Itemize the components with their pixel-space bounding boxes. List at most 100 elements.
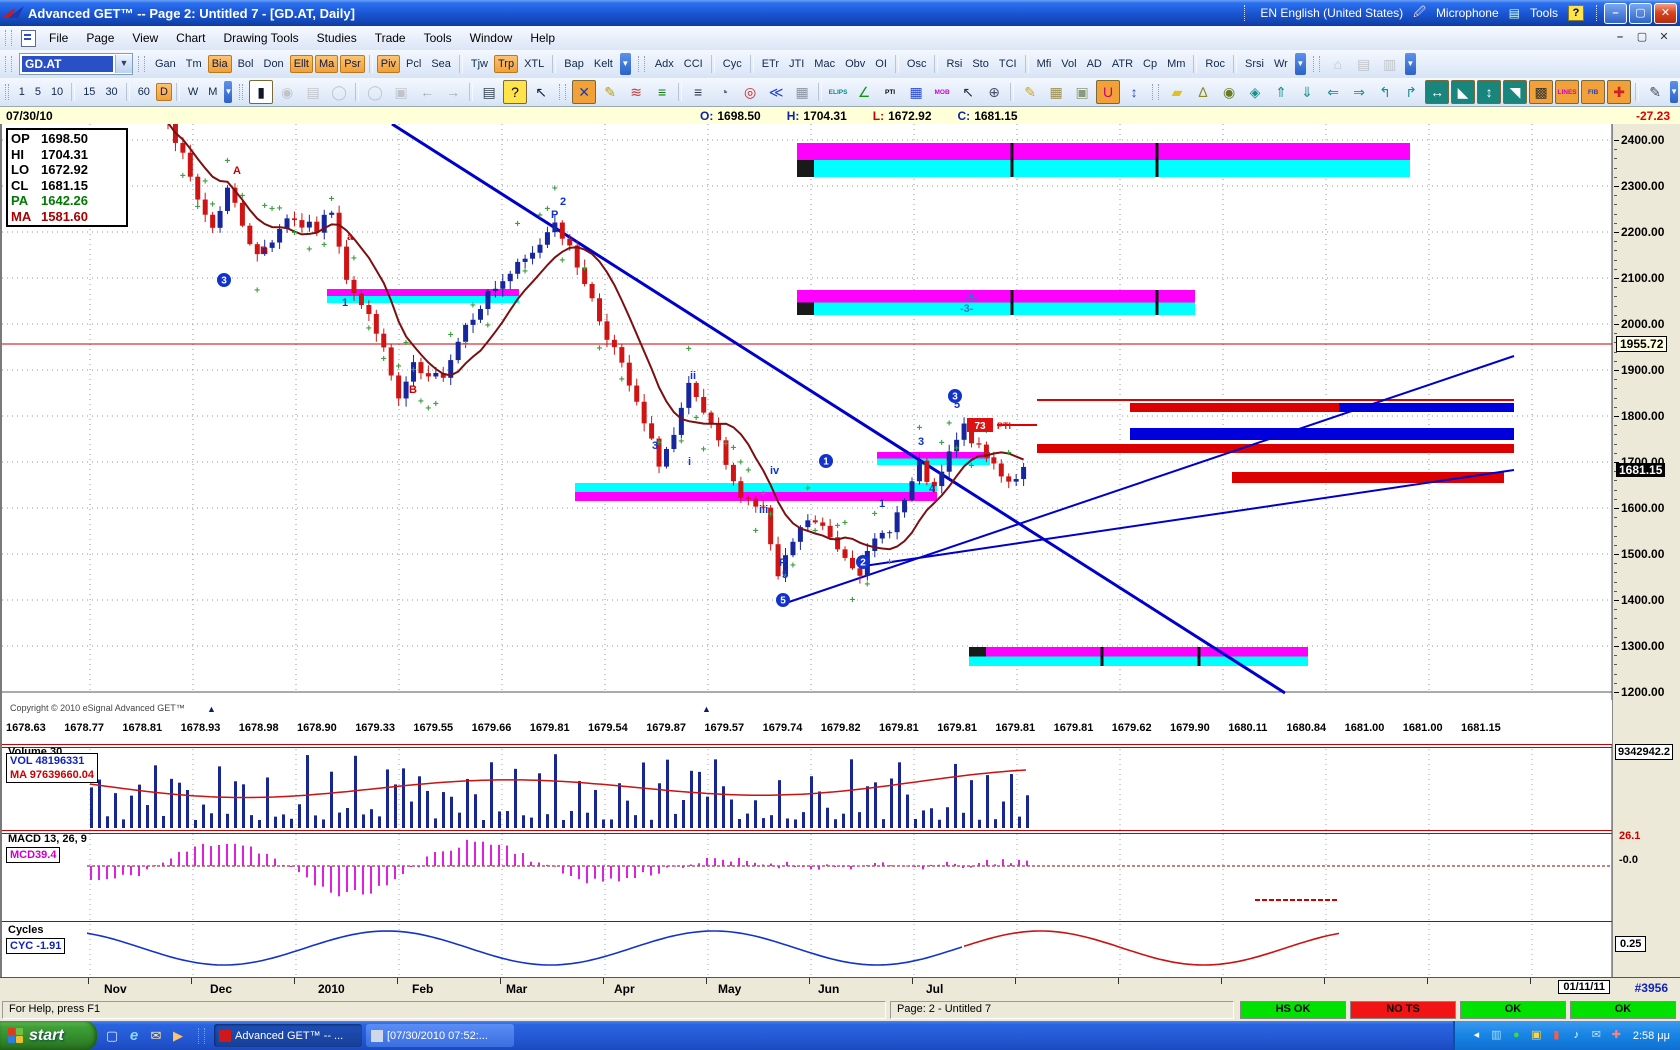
toolbar-grip5[interactable] (5, 84, 9, 100)
retracement-icon[interactable]: ≡ (686, 80, 710, 104)
toolbar-grip[interactable] (5, 56, 12, 72)
indicator-button-wr[interactable]: Wr (1270, 55, 1292, 73)
indicator-button-tci[interactable]: TCI (995, 55, 1021, 73)
indicator-button-etr[interactable]: ETr (758, 55, 783, 73)
study-button-tm[interactable]: Tm (182, 55, 206, 73)
chart-style-icon[interactable]: ▮ (249, 80, 273, 104)
balloon-icon[interactable]: ◯ (363, 80, 387, 104)
notes-icon[interactable]: ✎ (1643, 80, 1667, 104)
time-cycle-icon[interactable]: ◔ (712, 80, 736, 104)
pointer-icon[interactable]: ↖ (956, 80, 980, 104)
study-button-sea[interactable]: Sea (427, 55, 455, 73)
indicator-button-atr[interactable]: ATR (1108, 55, 1137, 73)
indicator-button-adx[interactable]: Adx (651, 55, 678, 73)
study-button-tjw[interactable]: Tjw (467, 55, 492, 73)
compress-vertical-icon[interactable]: ↕ (1477, 80, 1501, 104)
study-button-bap[interactable]: Bap (560, 55, 588, 73)
timeframe-button-w[interactable]: W (184, 83, 202, 101)
home-icon[interactable]: ⌂ (1326, 52, 1350, 76)
menu-item-trade[interactable]: Trade (366, 28, 415, 48)
chevron-down-icon[interactable]: ▼ (115, 55, 132, 73)
menu-item-view[interactable]: View (123, 28, 167, 48)
timeframe-button-30[interactable]: 30 (101, 83, 121, 101)
pencil-yellow-icon[interactable]: ✎ (1018, 80, 1042, 104)
mdi-close-button[interactable]: ✕ (1656, 31, 1672, 45)
scroll-up-icon[interactable]: ⇑ (1269, 80, 1293, 104)
fib-toggle-icon[interactable]: FIB (1581, 80, 1605, 104)
mdi-minimize-button[interactable]: – (1612, 31, 1628, 45)
nav-back-icon[interactable]: ← (415, 80, 439, 104)
symbol-value[interactable]: GD.AT (22, 56, 113, 72)
toolbar-grip6[interactable] (239, 84, 243, 100)
indicator-button-jti[interactable]: JTI (785, 55, 808, 73)
menu-item-window[interactable]: Window (461, 28, 522, 48)
language-indicator[interactable]: EN English (United States) (1260, 6, 1403, 20)
shift-up-icon[interactable]: ↰ (1373, 80, 1397, 104)
chart-window-icon[interactable]: ▥ (1378, 52, 1402, 76)
language-bar-grip[interactable] (1244, 5, 1248, 21)
context-help-icon[interactable]: ↖ (529, 80, 553, 104)
menu-item-tools[interactable]: Tools (415, 28, 461, 48)
minimize-button[interactable]: – (1604, 3, 1627, 24)
study-button-bia[interactable]: Bia (208, 55, 232, 73)
zoom-in-icon[interactable]: ⊕ (982, 80, 1006, 104)
indicator-button-cp[interactable]: Cp (1139, 55, 1161, 73)
timeframe-overflow-button[interactable]: ▼ (224, 81, 232, 103)
scroll-down-icon[interactable]: ⇓ (1295, 80, 1319, 104)
nav-forward-icon[interactable]: → (441, 80, 465, 104)
mob-tool-icon[interactable]: MOB (930, 80, 954, 104)
menu-item-studies[interactable]: Studies (308, 28, 366, 48)
studies-overflow-button[interactable]: ▼ (620, 53, 631, 75)
messenger-icon[interactable]: ✉ (1589, 1028, 1604, 1043)
chart-document-icon[interactable] (21, 30, 36, 47)
copy-page-icon[interactable]: ▣ (1070, 80, 1094, 104)
menu-item-drawing-tools[interactable]: Drawing Tools (215, 28, 308, 48)
pencil-icon[interactable]: ✎ (598, 80, 622, 104)
chart-canvas[interactable]: ++++++++++++++++++++++++++++++++++++++++… (2, 124, 1614, 700)
update-shield-icon[interactable]: ▣ (1529, 1028, 1544, 1043)
indicator-button-srsi[interactable]: Srsi (1241, 55, 1268, 73)
show-desktop-icon[interactable]: ▢ (103, 1027, 121, 1045)
undo-tool-icon[interactable]: U (1096, 80, 1120, 104)
indicator-button-roc[interactable]: Roc (1201, 55, 1229, 73)
antivirus-icon[interactable]: ● (1509, 1028, 1524, 1043)
study-button-gan[interactable]: Gan (151, 55, 180, 73)
timeframe-button-60[interactable]: 60 (134, 83, 154, 101)
language-help-button[interactable]: ? (1568, 5, 1584, 21)
study-button-bol[interactable]: Bol (234, 55, 258, 73)
close-button[interactable]: ✕ (1654, 3, 1677, 24)
study-button-psr[interactable]: Psr (340, 55, 365, 73)
compress-horizontal-icon[interactable]: ↔ (1425, 80, 1449, 104)
timeframe-button-15[interactable]: 15 (79, 83, 99, 101)
corner-view-icon[interactable]: ◥ (1503, 80, 1527, 104)
grid-gray-icon[interactable]: ▦ (790, 80, 814, 104)
print-icon[interactable]: ▤ (477, 80, 501, 104)
toolbar-grip[interactable] (559, 84, 566, 100)
gann-fan-icon[interactable]: ≪ (764, 80, 788, 104)
tray-collapse-icon[interactable]: ◂ (1469, 1028, 1484, 1043)
indicator-panels[interactable] (0, 744, 1614, 977)
oval-gray-icon[interactable]: ◯ (327, 80, 351, 104)
pti-tool-icon[interactable]: PTI (878, 80, 902, 104)
task-button-2[interactable]: [07/30/2010 07:52:... (366, 1024, 514, 1047)
multi-trendline-icon[interactable]: ≋ (624, 80, 648, 104)
indicator-button-ad[interactable]: AD (1083, 55, 1106, 73)
study-button-xtl[interactable]: XTL (520, 55, 548, 73)
timeframe-button-10[interactable]: 10 (47, 83, 67, 101)
timeframe-button-5[interactable]: 5 (31, 83, 45, 101)
refresh-diamond-icon[interactable]: ◈ (1243, 80, 1267, 104)
task-button-1[interactable]: Advanced GET™ -- ... (214, 1024, 362, 1047)
toolbar-grip3[interactable] (638, 56, 645, 72)
grid-blue-icon[interactable]: ▦ (904, 80, 928, 104)
restore-button[interactable]: ▢ (1629, 3, 1652, 24)
mdi-restore-button[interactable]: ▢ (1634, 31, 1650, 45)
indicator-button-rsi[interactable]: Rsi (942, 55, 966, 73)
study-button-piv[interactable]: Piv (377, 55, 400, 73)
bullseye-icon[interactable]: ◎ (738, 80, 762, 104)
menu-item-file[interactable]: File (40, 28, 77, 48)
expert-elliott-icon[interactable]: ✕ (572, 80, 596, 104)
menu-item-help[interactable]: Help (521, 28, 564, 48)
indicator-button-sto[interactable]: Sto (968, 55, 993, 73)
indicator-button-cyc[interactable]: Cyc (719, 55, 746, 73)
study-button-ellt[interactable]: Ellt (290, 55, 313, 73)
